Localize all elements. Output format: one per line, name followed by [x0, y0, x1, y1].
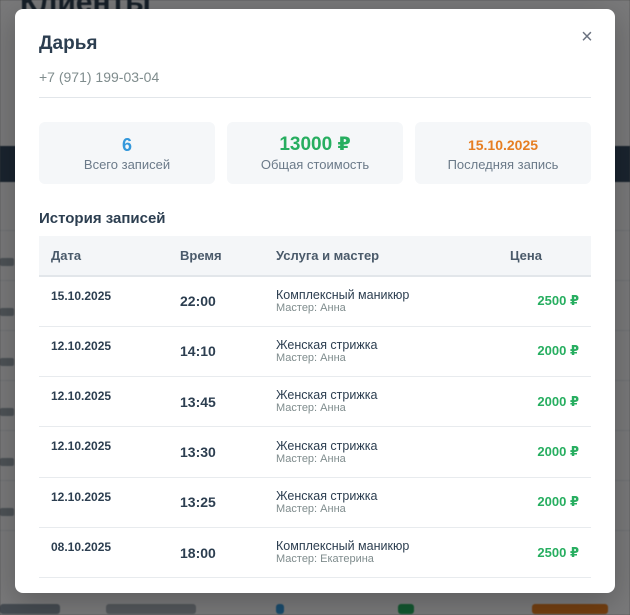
stat-card-last-visit: 15.10.2025 Последняя запись: [415, 122, 591, 184]
row-service-cell: Женская стрижка Мастер: Анна: [264, 326, 498, 378]
row-master: Мастер: Екатерина: [276, 553, 374, 566]
row-service: Женская стрижка: [276, 337, 378, 352]
row-service-cell: Комплексный маникюр Мастер: Екатерина: [264, 527, 498, 579]
table-row: 12.10.2025 13:25 Женская стрижка Мастер:…: [39, 477, 591, 528]
row-price: 2000 ₽: [498, 326, 591, 378]
row-date: 12.10.2025: [39, 326, 168, 378]
stats-cards: 6 Всего записей 13000 ₽ Общая стоимость …: [39, 122, 591, 184]
row-time: 18:00: [168, 527, 264, 579]
stat-value: 15.10.2025: [467, 136, 539, 153]
row-service-cell: Женская стрижка Мастер: Анна: [264, 477, 498, 528]
history-table: Дата Время Услуга и мастер Цена 15.10.20…: [39, 236, 591, 579]
row-service: Комплексный маникюр: [276, 287, 410, 302]
close-icon[interactable]: ×: [577, 27, 597, 47]
row-date: 12.10.2025: [39, 477, 168, 528]
row-service: Женская стрижка: [276, 438, 378, 453]
table-row: 12.10.2025 14:10 Женская стрижка Мастер:…: [39, 326, 591, 378]
stat-card-total-visits: 6 Всего записей: [39, 122, 215, 184]
row-time: 13:30: [168, 426, 264, 478]
row-price: 2000 ₽: [498, 376, 591, 428]
row-service: Комплексный маникюр: [276, 539, 410, 554]
row-master: Мастер: Анна: [276, 452, 346, 465]
row-date: 08.10.2025: [39, 527, 168, 579]
row-date: 15.10.2025: [39, 276, 168, 327]
row-date: 12.10.2025: [39, 376, 168, 428]
table-row: 12.10.2025 13:45 Женская стрижка Мастер:…: [39, 376, 591, 428]
column-header-time: Время: [168, 236, 264, 277]
row-master: Мастер: Анна: [276, 402, 346, 415]
row-price: 2000 ₽: [498, 426, 591, 478]
row-service-cell: Женская стрижка Мастер: Анна: [264, 426, 498, 478]
column-header-price: Цена: [498, 236, 591, 277]
row-price: 2500 ₽: [498, 527, 591, 579]
row-time: 14:10: [168, 326, 264, 378]
row-price: 2000 ₽: [498, 477, 591, 528]
row-service: Женская стрижка: [276, 388, 378, 403]
row-service: Женская стрижка: [276, 488, 378, 503]
client-name: Дарья: [39, 33, 98, 54]
stat-label: Последняя запись: [447, 156, 559, 172]
row-price: 2500 ₽: [498, 276, 591, 327]
row-service-cell: Женская стрижка Мастер: Анна: [264, 376, 498, 428]
header-divider: [39, 97, 591, 98]
row-time: 13:45: [168, 376, 264, 428]
table-row: 15.10.2025 22:00 Комплексный маникюр Мас…: [39, 276, 591, 327]
client-modal: × Дарья +7 (971) 199-03-04 6 Всего запис…: [15, 9, 615, 593]
history-title: История записей: [39, 210, 166, 227]
row-time: 22:00: [168, 276, 264, 327]
table-header-row: Дата Время Услуга и мастер Цена: [39, 236, 591, 277]
stat-card-total-cost: 13000 ₽ Общая стоимость: [227, 122, 403, 184]
stat-value: 6: [121, 134, 132, 155]
client-phone: +7 (971) 199-03-04: [39, 69, 160, 85]
stat-label: Общая стоимость: [260, 156, 370, 172]
stat-label: Всего записей: [83, 156, 171, 172]
table-row: 08.10.2025 18:00 Комплексный маникюр Мас…: [39, 527, 591, 579]
column-header-service: Услуга и мастер: [264, 236, 498, 277]
table-row: 12.10.2025 13:30 Женская стрижка Мастер:…: [39, 426, 591, 478]
column-header-date: Дата: [39, 236, 168, 277]
row-master: Мастер: Анна: [276, 351, 346, 364]
row-master: Мастер: Анна: [276, 301, 346, 314]
row-date: 12.10.2025: [39, 426, 168, 478]
row-master: Мастер: Анна: [276, 502, 346, 515]
row-service-cell: Комплексный маникюр Мастер: Анна: [264, 276, 498, 327]
stat-value: 13000 ₽: [279, 133, 351, 155]
row-time: 13:25: [168, 477, 264, 528]
